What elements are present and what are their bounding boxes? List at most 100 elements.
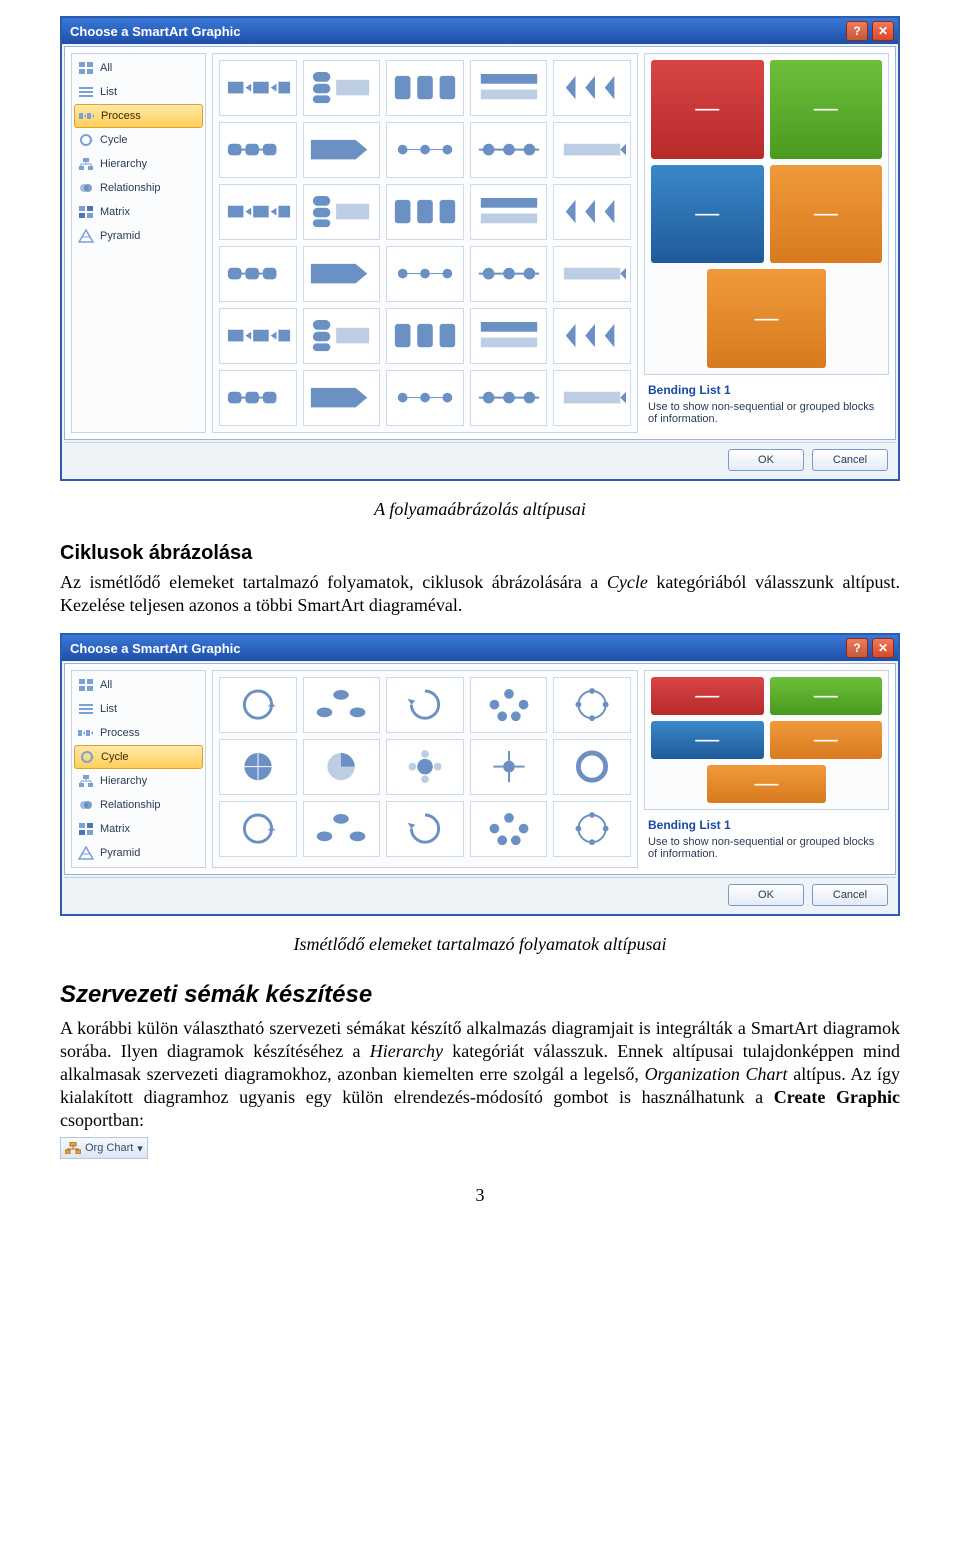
layout-thumbnail[interactable] bbox=[553, 246, 631, 302]
layout-thumbnail[interactable] bbox=[386, 60, 464, 116]
cancel-button[interactable]: Cancel bbox=[812, 449, 888, 471]
category-item-list[interactable]: List bbox=[74, 697, 203, 721]
dialog-footer: OK Cancel bbox=[64, 877, 896, 912]
layout-thumbnail[interactable] bbox=[219, 246, 297, 302]
text: csoportban: bbox=[60, 1110, 144, 1130]
layout-thumbnail[interactable] bbox=[470, 60, 548, 116]
layout-thumbnail[interactable] bbox=[219, 370, 297, 426]
category-item-all[interactable]: All bbox=[74, 673, 203, 697]
layout-thumbnail[interactable] bbox=[386, 677, 464, 733]
layout-thumbnail[interactable] bbox=[386, 739, 464, 795]
category-item-hierarchy[interactable]: Hierarchy bbox=[74, 769, 203, 793]
layout-thumbnail[interactable] bbox=[553, 677, 631, 733]
category-item-relationship[interactable]: Relationship bbox=[74, 176, 203, 200]
layout-thumbnail[interactable] bbox=[386, 122, 464, 178]
layout-thumbnail[interactable] bbox=[303, 246, 381, 302]
layout-thumbnail[interactable] bbox=[553, 308, 631, 364]
pyramid-icon bbox=[78, 846, 94, 860]
layout-thumbnail[interactable] bbox=[219, 184, 297, 240]
category-label: All bbox=[100, 62, 112, 74]
category-item-process[interactable]: Process bbox=[74, 104, 203, 128]
layout-thumbnail[interactable] bbox=[303, 370, 381, 426]
help-button[interactable]: ? bbox=[846, 21, 868, 41]
smartart-dialog-cycle: Choose a SmartArt Graphic ? ✕ All List Pro… bbox=[60, 633, 900, 916]
category-item-matrix[interactable]: Matrix bbox=[74, 200, 203, 224]
layout-thumbnail[interactable] bbox=[553, 122, 631, 178]
orgchart-icon bbox=[65, 1142, 81, 1154]
layout-thumbnail[interactable] bbox=[470, 308, 548, 364]
layout-thumbnail[interactable] bbox=[386, 370, 464, 426]
orgchart-toolbar-button[interactable]: Org Chart ▾ bbox=[60, 1137, 148, 1159]
category-item-cycle[interactable]: Cycle bbox=[74, 128, 203, 152]
layout-thumbnail[interactable] bbox=[470, 122, 548, 178]
layout-thumbnail[interactable] bbox=[470, 739, 548, 795]
layout-thumbnail[interactable] bbox=[219, 801, 297, 857]
layout-thumbnail[interactable] bbox=[219, 308, 297, 364]
category-item-hierarchy[interactable]: Hierarchy bbox=[74, 152, 203, 176]
category-item-process[interactable]: Process bbox=[74, 721, 203, 745]
category-label: Relationship bbox=[100, 799, 161, 811]
layout-thumbnail[interactable] bbox=[386, 184, 464, 240]
category-item-list[interactable]: List bbox=[74, 80, 203, 104]
matrix-icon bbox=[78, 822, 94, 836]
preview-description: Bending List 1 Use to show non-sequentia… bbox=[644, 810, 889, 868]
layout-thumbnail[interactable] bbox=[303, 739, 381, 795]
layout-thumbnail[interactable] bbox=[303, 122, 381, 178]
figure-caption-cycle: Ismétlődő elemeket tartalmazó folyamatok… bbox=[60, 934, 900, 955]
category-label: All bbox=[100, 679, 112, 691]
dialog-body: All ListProcessCycleHierarchy Relationship… bbox=[64, 46, 896, 440]
category-label: Relationship bbox=[100, 182, 161, 194]
category-item-pyramid[interactable]: Pyramid bbox=[74, 841, 203, 865]
preview-card: — bbox=[651, 165, 764, 264]
layout-thumbnail[interactable] bbox=[470, 801, 548, 857]
category-item-matrix[interactable]: Matrix bbox=[74, 817, 203, 841]
titlebar[interactable]: Choose a SmartArt Graphic ? ✕ bbox=[62, 18, 898, 44]
layout-thumbnail[interactable] bbox=[303, 184, 381, 240]
layout-thumbnail[interactable] bbox=[386, 308, 464, 364]
category-item-all[interactable]: All bbox=[74, 56, 203, 80]
preview-card: — bbox=[770, 677, 883, 715]
layout-thumbnail[interactable] bbox=[553, 739, 631, 795]
layout-thumbnail[interactable] bbox=[553, 370, 631, 426]
layout-thumbnail[interactable] bbox=[219, 739, 297, 795]
category-item-cycle[interactable]: Cycle bbox=[74, 745, 203, 769]
layout-thumbnail[interactable] bbox=[219, 122, 297, 178]
category-item-pyramid[interactable]: Pyramid bbox=[74, 224, 203, 248]
close-button[interactable]: ✕ bbox=[872, 21, 894, 41]
dialog-title: Choose a SmartArt Graphic bbox=[66, 641, 842, 656]
layout-thumbnail[interactable] bbox=[303, 801, 381, 857]
preview-card: — bbox=[770, 165, 883, 264]
layout-thumbnail[interactable] bbox=[470, 246, 548, 302]
category-item-relationship[interactable]: Relationship bbox=[74, 793, 203, 817]
dialog-body: All List Process CycleHierarchy Relationship… bbox=[64, 663, 896, 875]
layout-gallery bbox=[212, 53, 638, 433]
category-label: Process bbox=[100, 727, 140, 739]
layout-thumbnail[interactable] bbox=[470, 184, 548, 240]
preview-card: — bbox=[651, 60, 764, 159]
close-button[interactable]: ✕ bbox=[872, 638, 894, 658]
layout-thumbnail[interactable] bbox=[303, 677, 381, 733]
layout-thumbnail[interactable] bbox=[470, 370, 548, 426]
preview-card: — bbox=[770, 60, 883, 159]
help-button[interactable]: ? bbox=[846, 638, 868, 658]
ok-button[interactable]: OK bbox=[728, 884, 804, 906]
layout-thumbnail[interactable] bbox=[303, 308, 381, 364]
layout-thumbnail[interactable] bbox=[553, 184, 631, 240]
preview-card: — bbox=[651, 721, 764, 759]
layout-thumbnail[interactable] bbox=[303, 60, 381, 116]
preview-text: Use to show non-sequential or grouped bl… bbox=[648, 401, 885, 425]
cancel-button[interactable]: Cancel bbox=[812, 884, 888, 906]
layout-thumbnail[interactable] bbox=[219, 60, 297, 116]
layout-thumbnail[interactable] bbox=[386, 246, 464, 302]
process-icon bbox=[78, 726, 94, 740]
category-label: Pyramid bbox=[100, 847, 140, 859]
preview-card: — bbox=[707, 269, 826, 368]
layout-thumbnail[interactable] bbox=[386, 801, 464, 857]
layout-thumbnail[interactable] bbox=[553, 60, 631, 116]
layout-thumbnail[interactable] bbox=[219, 677, 297, 733]
figure-caption-process: A folyamaábrázolás altípusai bbox=[60, 499, 900, 520]
layout-thumbnail[interactable] bbox=[470, 677, 548, 733]
layout-thumbnail[interactable] bbox=[553, 801, 631, 857]
titlebar[interactable]: Choose a SmartArt Graphic ? ✕ bbox=[62, 635, 898, 661]
ok-button[interactable]: OK bbox=[728, 449, 804, 471]
